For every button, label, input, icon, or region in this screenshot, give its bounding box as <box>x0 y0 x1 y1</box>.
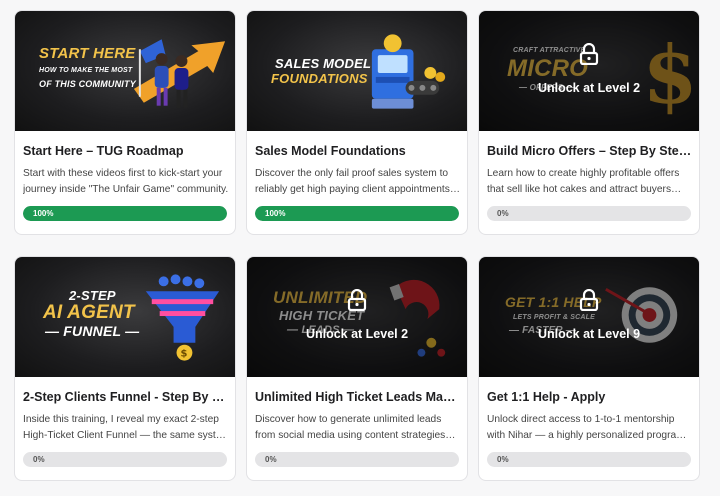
lock-icon <box>579 289 599 311</box>
thumbnail-subtitle: OF THIS COMMUNITY <box>39 79 136 89</box>
course-card-sales-model[interactable]: SALES MODEL FOUNDATIONS Sales Model Foun… <box>246 10 468 235</box>
course-thumbnail: START HERE HOW TO MAKE THE MOST OF THIS … <box>15 11 235 131</box>
progress-label: 0% <box>265 455 277 464</box>
progress-bar: 0% <box>487 452 691 467</box>
progress-fill <box>255 206 459 221</box>
course-grid: START HERE HOW TO MAKE THE MOST OF THIS … <box>0 0 720 496</box>
course-thumbnail: $ 2-STEP AI AGENT — FUNNEL — <box>15 257 235 377</box>
course-description: Inside this training, I reveal my exact … <box>23 414 229 441</box>
unlock-level-label: Unlock at Level 9 <box>537 327 641 341</box>
thumbnail-title: SALES MODEL <box>275 56 372 71</box>
thumbnail-title: FOUNDATIONS <box>271 71 368 86</box>
unlock-level-label: Unlock at Level 2 <box>537 81 641 95</box>
lock-overlay: Unlock at Level 2 <box>479 11 699 131</box>
progress-bar: 100% <box>255 206 459 221</box>
progress-bar: 0% <box>23 452 227 467</box>
course-title: Unlimited High Ticket Leads Mac… <box>255 390 460 404</box>
course-title: 2-Step Clients Funnel - Step By St… <box>23 390 228 404</box>
progress-label: 0% <box>33 455 45 464</box>
progress-bar: 100% <box>23 206 227 221</box>
course-card-ai-funnel[interactable]: $ 2-STEP AI AGENT — FUNNEL — 2-Step Clie… <box>14 256 236 481</box>
lock-overlay: Unlock at Level 2 <box>247 257 467 377</box>
course-description: Discover the only fail proof sales syste… <box>255 168 461 195</box>
progress-bar: 0% <box>255 452 459 467</box>
progress-bar: 0% <box>487 206 691 221</box>
course-description: Unlock direct access to 1-to-1 mentorshi… <box>487 414 693 441</box>
thumbnail-subtitle: HOW TO MAKE THE MOST <box>39 67 133 74</box>
course-thumbnail: UNLIMITED HIGH TICKET — LEADS — Unlock a… <box>247 257 467 377</box>
course-card-one-on-one-help[interactable]: GET 1:1 HELP LETS PROFIT & SCALE — FASTE… <box>478 256 700 481</box>
thumbnail-title: 2-STEP <box>69 288 116 303</box>
course-thumbnail: SALES MODEL FOUNDATIONS <box>247 11 467 131</box>
course-description: Learn how to create highly profitable of… <box>487 168 682 195</box>
lock-overlay: Unlock at Level 9 <box>479 257 699 377</box>
course-description: Start with these videos first to kick-st… <box>23 168 229 195</box>
course-description: Discover how to generate unlimited leads… <box>255 414 456 441</box>
unlock-level-label: Unlock at Level 2 <box>305 327 409 341</box>
thumbnail-title: START HERE <box>39 45 136 62</box>
svg-text:$: $ <box>180 349 187 360</box>
course-thumbnail: GET 1:1 HELP LETS PROFIT & SCALE — FASTE… <box>479 257 699 377</box>
course-thumbnail: $ CRAFT ATTRACTIVE MICRO — OFFERS — Unlo… <box>479 11 699 131</box>
course-title: Sales Model Foundations <box>255 144 406 158</box>
progress-label: 0% <box>497 455 509 464</box>
course-card-high-ticket-leads[interactable]: UNLIMITED HIGH TICKET — LEADS — Unlock a… <box>246 256 468 481</box>
lock-icon <box>347 289 367 311</box>
thumbnail-title: AI AGENT <box>43 302 135 323</box>
course-card-start-here[interactable]: START HERE HOW TO MAKE THE MOST OF THIS … <box>14 10 236 235</box>
progress-label: 0% <box>497 209 509 218</box>
progress-label: 100% <box>265 209 286 218</box>
course-title: Start Here – TUG Roadmap <box>23 144 184 158</box>
thumbnail-title: — FUNNEL — <box>45 323 140 339</box>
course-card-micro-offers[interactable]: $ CRAFT ATTRACTIVE MICRO — OFFERS — Unlo… <box>478 10 700 235</box>
course-title: Get 1:1 Help - Apply <box>487 390 606 404</box>
progress-label: 100% <box>33 209 54 218</box>
course-title: Build Micro Offers – Step By Step … <box>487 144 692 158</box>
lock-icon <box>579 43 599 65</box>
progress-fill <box>23 206 227 221</box>
